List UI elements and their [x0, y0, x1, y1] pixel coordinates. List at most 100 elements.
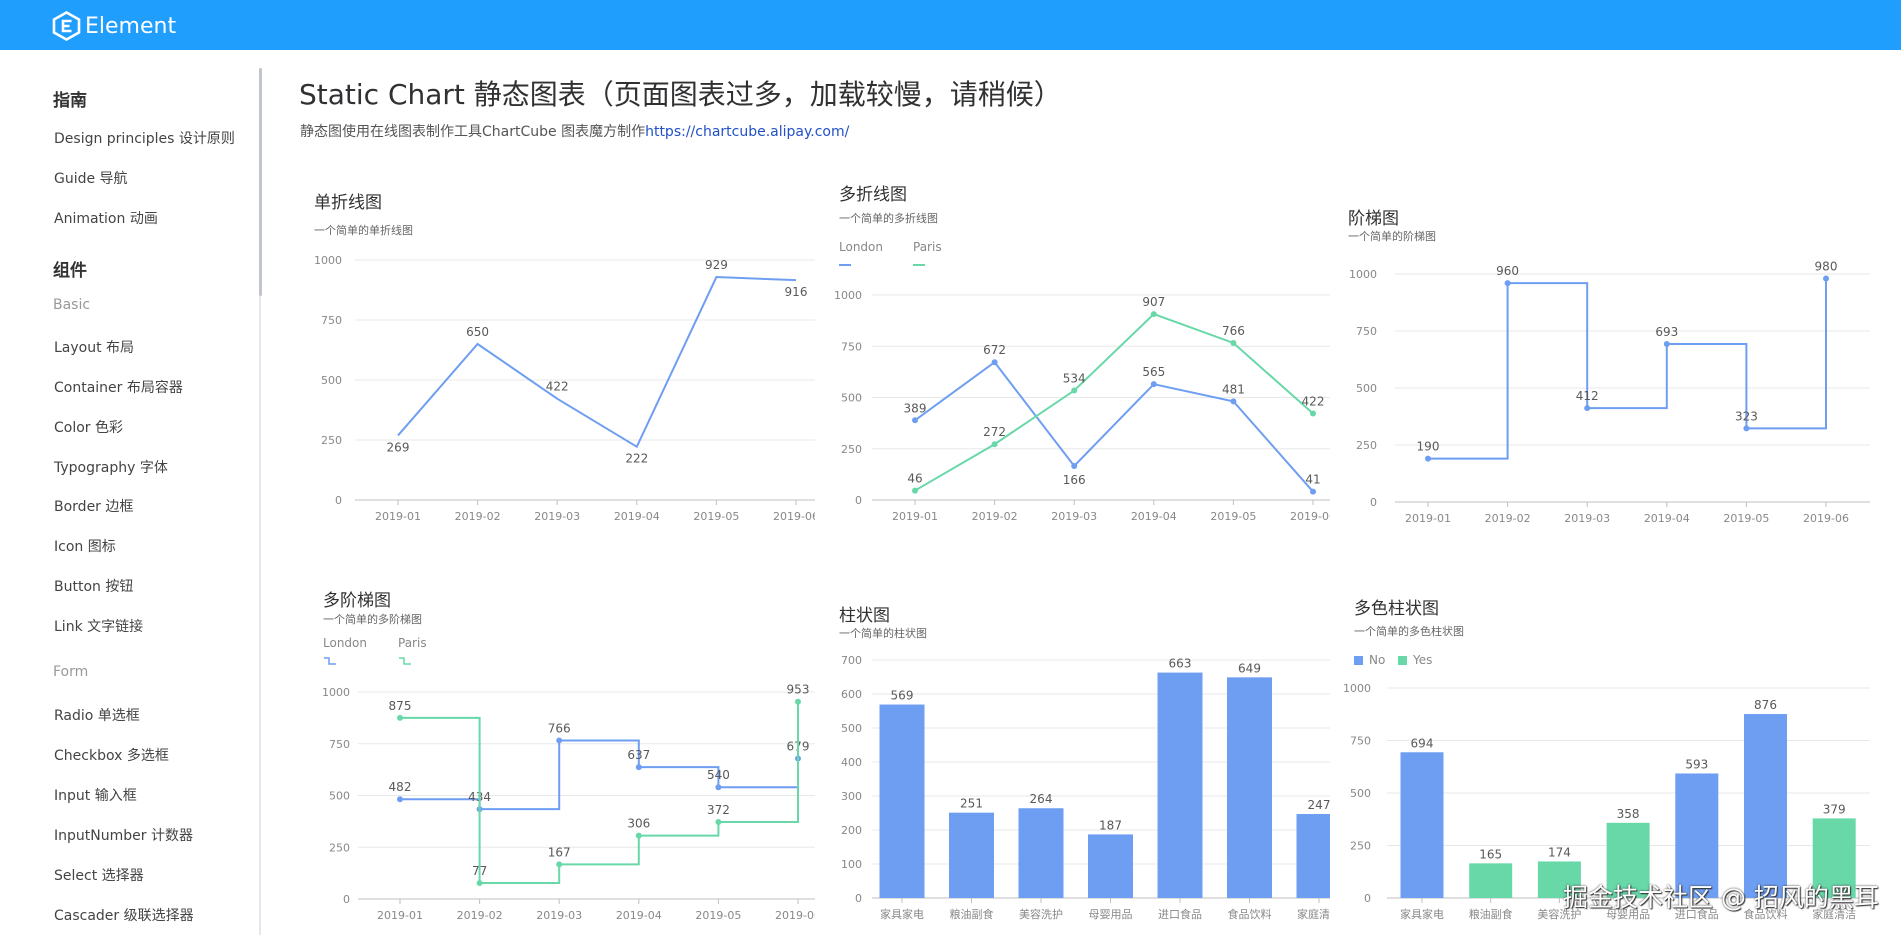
data-label: 323: [1735, 409, 1758, 423]
legend-yes-square-icon: [1398, 656, 1407, 665]
legend-london-step[interactable]: London: [323, 636, 367, 650]
sidebar-item-input[interactable]: Input 输入框: [54, 785, 137, 805]
data-label: 875: [389, 699, 412, 713]
sidebar-item-inputnumber[interactable]: InputNumber 计数器: [54, 825, 193, 845]
logo-text: Element: [85, 13, 177, 39]
x-tick-label: 2019-04: [614, 510, 660, 523]
chart-subtitle-single-line: 一个简单的单折线图: [314, 224, 413, 237]
x-tick-label: 2019-03: [536, 909, 582, 922]
data-point: [1425, 455, 1431, 462]
chart-subtitle-multi-step: 一个简单的多阶梯图: [323, 613, 422, 626]
data-point: [991, 359, 998, 366]
x-tick-label: 2019-06: [1803, 512, 1849, 525]
y-tick-label: 750: [1350, 735, 1371, 748]
y-tick-label: 0: [1364, 892, 1371, 905]
bar: [1400, 752, 1444, 898]
sidebar-item-guide[interactable]: Guide 导航: [54, 168, 128, 188]
sidebar-item-checkbox[interactable]: Checkbox 多选框: [54, 745, 169, 765]
data-label: 174: [1548, 845, 1571, 859]
sidebar-item-radio[interactable]: Radio 单选框: [54, 705, 140, 725]
x-tick-label: 2019-05: [1210, 510, 1256, 523]
chart-title-single-line: 单折线图: [314, 193, 382, 213]
legend-paris[interactable]: Paris: [913, 240, 942, 254]
data-label: 306: [627, 817, 650, 831]
legend-paris-step[interactable]: Paris: [398, 636, 427, 650]
data-label: 379: [1823, 802, 1846, 816]
series-line: [914, 360, 1314, 493]
bar: [1744, 714, 1787, 898]
data-label: 77: [472, 864, 487, 878]
sidebar-item-container[interactable]: Container 布局容器: [54, 377, 183, 397]
data-point: [1230, 339, 1237, 346]
data-label: 693: [1655, 325, 1678, 339]
series-line: [400, 739, 799, 811]
sidebar-item-color[interactable]: Color 色彩: [54, 417, 123, 437]
x-tick-label: 2019-06: [773, 510, 815, 523]
y-tick-label: 0: [855, 494, 862, 507]
data-label: 929: [705, 258, 728, 272]
top-header-bar: Element: [0, 0, 1901, 50]
x-tick-label: 2019-02: [455, 510, 501, 523]
y-tick-label: 1000: [1349, 268, 1377, 281]
data-label: 637: [627, 748, 650, 762]
chart-title-multi-step: 多阶梯图: [323, 591, 391, 611]
sidebar-item-typography[interactable]: Typography 字体: [54, 457, 168, 477]
data-label: 481: [1222, 382, 1245, 396]
chartcube-link[interactable]: https://chartcube.alipay.com/: [645, 124, 849, 140]
data-label: 247: [1308, 798, 1330, 812]
data-point: [1584, 405, 1591, 412]
data-point: [1150, 381, 1157, 388]
x-tick-label: 2019-05: [1723, 512, 1769, 525]
data-label: 672: [983, 343, 1006, 357]
x-tick-label: 2019-01: [375, 510, 421, 523]
x-tick-label: 2019-04: [1131, 510, 1177, 523]
data-point: [912, 487, 918, 494]
y-tick-label: 100: [841, 858, 862, 871]
x-tick-label: 2019-02: [457, 909, 503, 922]
sidebar-scrollbar[interactable]: [259, 68, 262, 296]
sidebar-item-animation[interactable]: Animation 动画: [54, 208, 158, 228]
x-tick-label: 美容洗护: [1019, 907, 1063, 921]
element-hexagon-icon: [52, 11, 81, 41]
data-point: [1150, 311, 1157, 318]
data-label: 649: [1238, 661, 1261, 675]
element-logo[interactable]: Element: [52, 11, 176, 41]
bar-chart: 0 100 200 300 400 500 600 700 家具家电 粮油副食 美容洗护 母婴用品 进口…: [841, 654, 1330, 921]
y-tick-label: 750: [321, 314, 342, 327]
sidebar-item-cascader[interactable]: Cascader 级联选择器: [54, 905, 194, 925]
data-label: 412: [1576, 389, 1599, 403]
description-text: 静态图使用在线图表制作工具ChartCube 图表魔方制作: [300, 124, 646, 140]
bar: [1469, 863, 1513, 898]
data-label: 187: [1099, 818, 1122, 832]
data-label: 264: [1030, 792, 1053, 806]
x-tick-label: 2019-05: [695, 909, 741, 922]
data-label: 422: [546, 380, 569, 394]
x-tick-label: 家具家电: [880, 907, 924, 921]
legend-no[interactable]: No: [1369, 653, 1385, 667]
legend-yes[interactable]: Yes: [1413, 653, 1432, 667]
data-label: 269: [387, 440, 410, 454]
bar: [949, 812, 994, 898]
data-label: 251: [960, 797, 983, 811]
sidebar-item-link[interactable]: Link 文字链接: [54, 616, 143, 636]
series-line: [1428, 278, 1827, 460]
data-label: 540: [707, 768, 730, 782]
y-tick-label: 0: [343, 893, 350, 906]
x-tick-label: 2019-01: [377, 909, 423, 922]
legend-london[interactable]: London: [839, 240, 883, 254]
data-label: 766: [1222, 324, 1245, 338]
data-point: [556, 861, 563, 868]
y-tick-label: 750: [841, 340, 862, 353]
sidebar-item-button[interactable]: Button 按钮: [54, 576, 133, 596]
legend-london-line-icon: [839, 264, 851, 266]
sidebar-item-border[interactable]: Border 边框: [54, 496, 133, 516]
y-tick-label: 700: [841, 654, 862, 667]
y-tick-label: 500: [1350, 787, 1371, 800]
sidebar-item-design-principles[interactable]: Design principles 设计原则: [54, 128, 235, 148]
data-label: 167: [548, 845, 571, 859]
sidebar-item-icon[interactable]: Icon 图标: [54, 536, 116, 556]
sidebar-item-layout[interactable]: Layout 布局: [54, 337, 134, 357]
x-tick-label: 家庭清洁: [1297, 907, 1330, 921]
y-tick-label: 0: [855, 892, 862, 905]
sidebar-item-select[interactable]: Select 选择器: [54, 865, 144, 885]
